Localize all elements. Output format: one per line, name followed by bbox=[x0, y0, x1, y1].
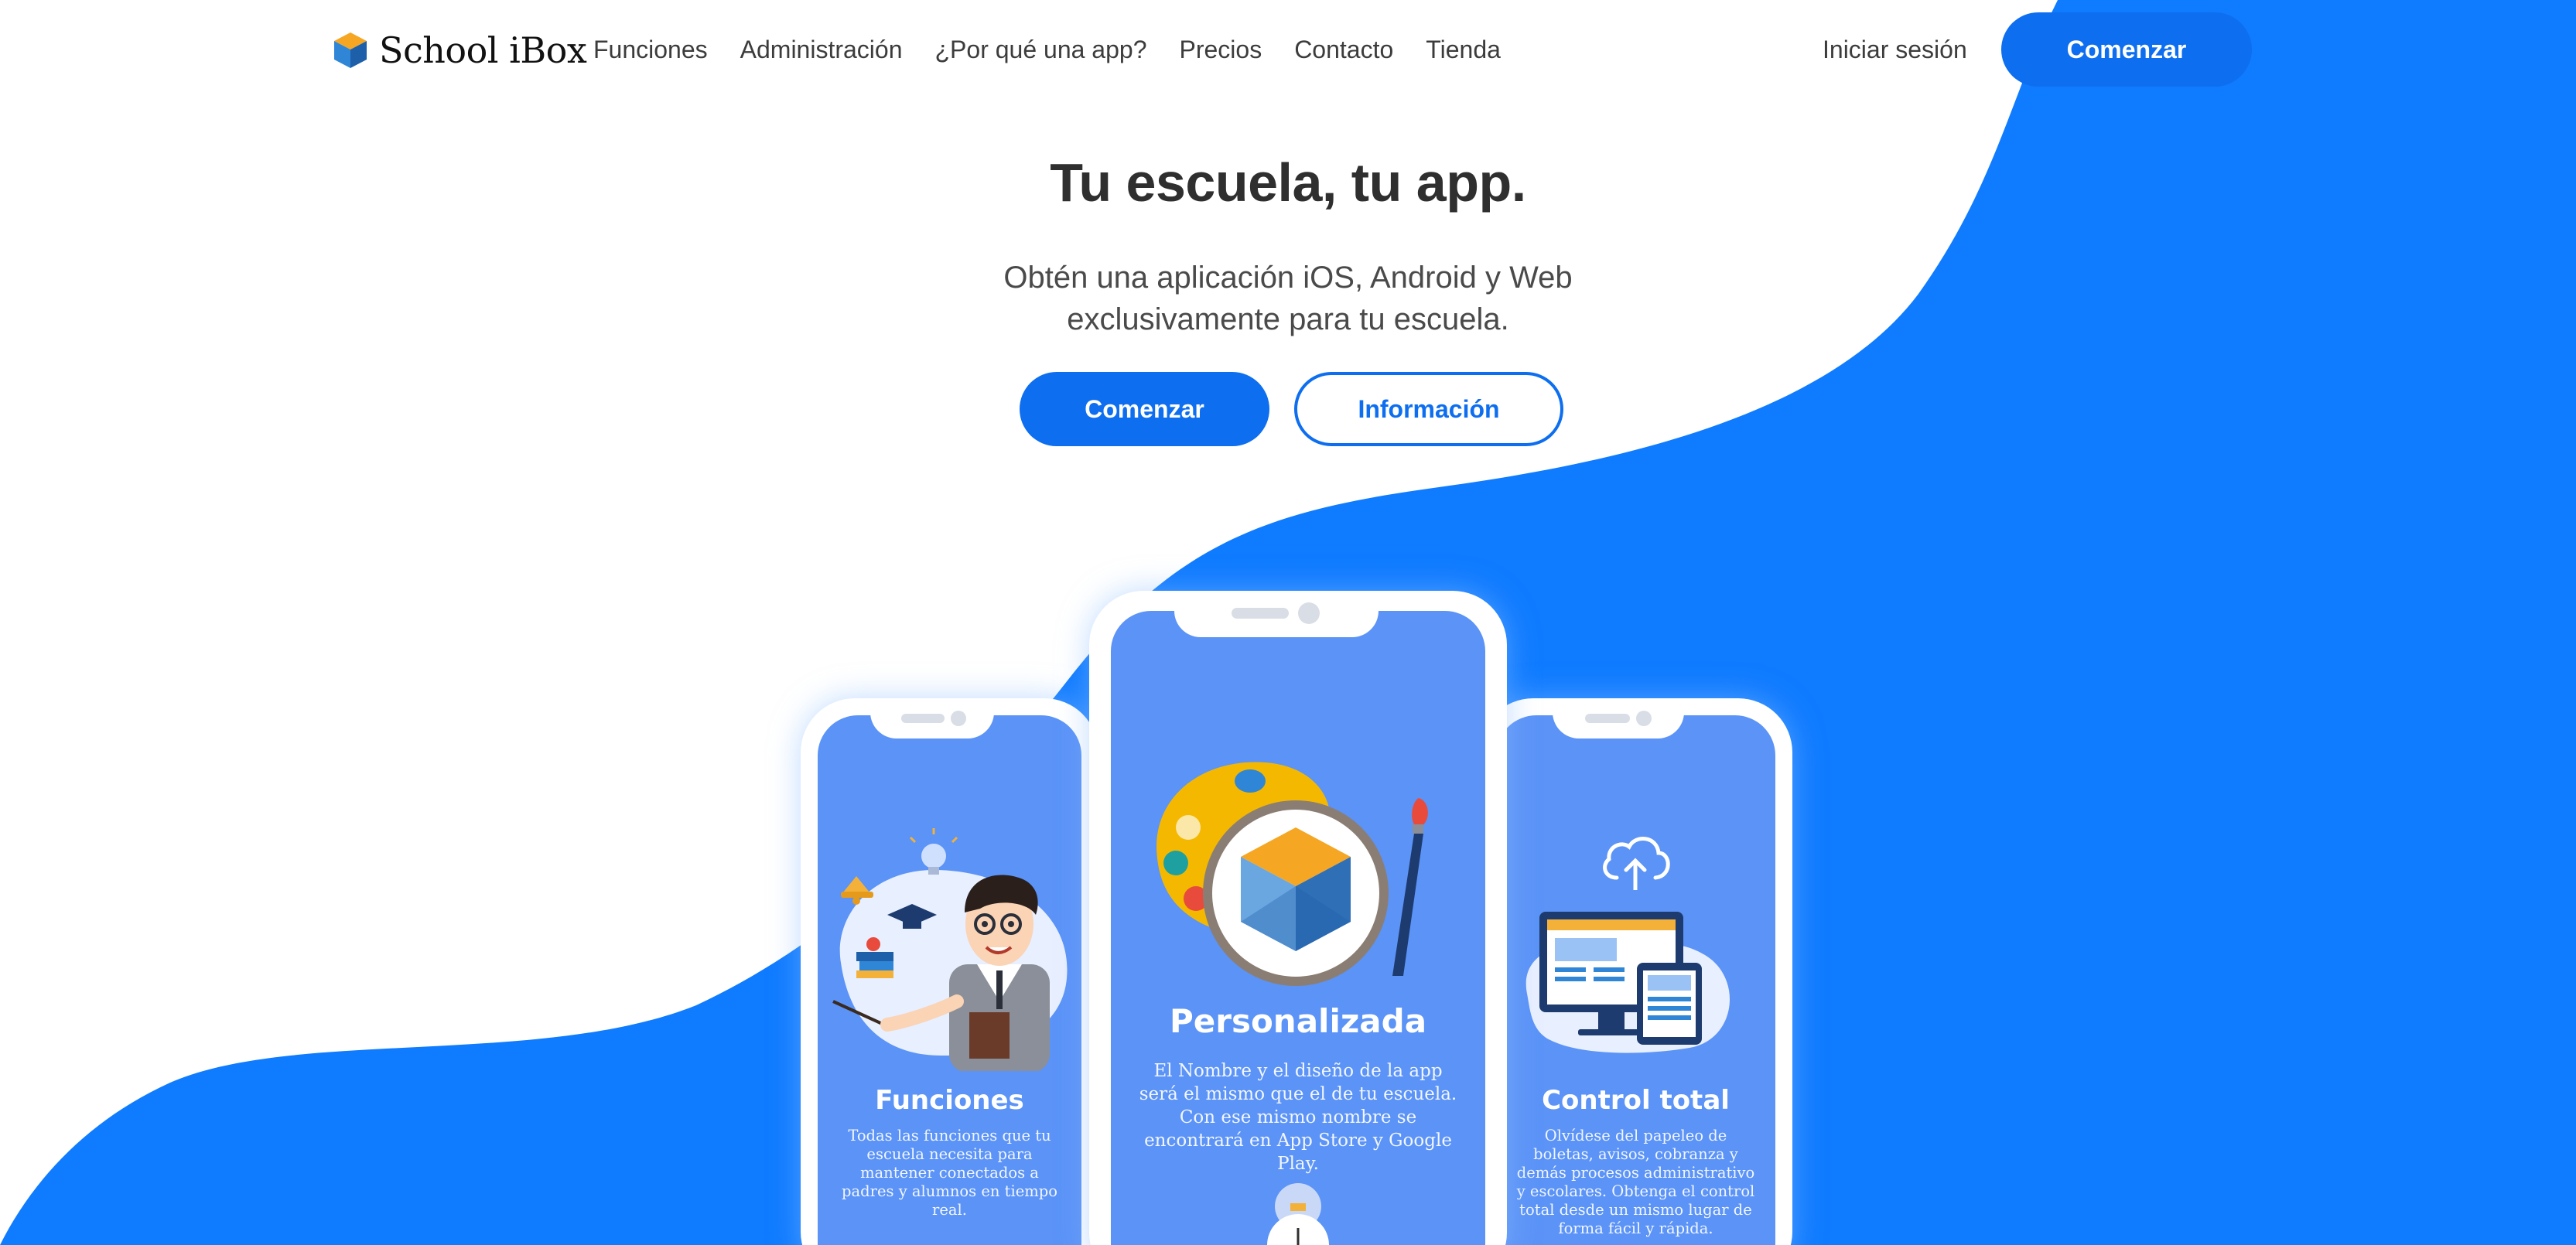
phone-screen: Funciones Todas las funciones que tu esc… bbox=[818, 715, 1081, 1245]
phone-screen: Control total Olvídese del papeleo de bo… bbox=[1496, 715, 1775, 1245]
card-text-personalizada: El Nombre y el diseño de la app será el … bbox=[1139, 1061, 1457, 1174]
card-text-control-total: Olvídese del papeleo de boletas, avisos,… bbox=[1516, 1127, 1755, 1237]
nav-link-por-que-app[interactable]: ¿Por qué una app? bbox=[935, 29, 1147, 70]
phone-notch bbox=[1553, 698, 1684, 738]
hero-subtitle: Obtén una aplicación iOS, Android y Web … bbox=[1003, 261, 1573, 336]
nav-link-administracion[interactable]: Administración bbox=[740, 29, 903, 70]
stopwatch-icon bbox=[1267, 1183, 1329, 1245]
phone-notch bbox=[1174, 591, 1379, 637]
nav-link-funciones[interactable]: Funciones bbox=[593, 29, 708, 70]
cloud-upload-icon bbox=[1603, 837, 1670, 890]
nav-links: Funciones Administración ¿Por qué una ap… bbox=[593, 29, 1501, 70]
card-text-funciones: Todas las funciones que tu escuela neces… bbox=[842, 1127, 1057, 1219]
phone-screen: Personalizada El Nombre y el diseño de l… bbox=[1111, 611, 1485, 1245]
speaker-grille bbox=[1585, 714, 1630, 723]
nav-link-contacto[interactable]: Contacto bbox=[1294, 29, 1393, 70]
speaker-grille bbox=[901, 714, 945, 723]
nav-link-tienda[interactable]: Tienda bbox=[1426, 29, 1501, 70]
brand-logo[interactable]: School iBox bbox=[333, 29, 587, 71]
front-camera bbox=[1298, 602, 1320, 624]
logo-cube-icon bbox=[334, 32, 367, 68]
login-link[interactable]: Iniciar sesión bbox=[1823, 29, 1967, 70]
nav-link-precios[interactable]: Precios bbox=[1179, 29, 1262, 70]
card-title-control-total: Control total bbox=[1542, 1085, 1730, 1116]
app-cube-logo bbox=[1203, 800, 1389, 986]
speaker-grille bbox=[1232, 608, 1289, 619]
front-camera bbox=[1636, 711, 1652, 726]
hero-title: Tu escuela, tu app. bbox=[1050, 152, 1526, 213]
top-navigation: School iBox Funciones Administración ¿Po… bbox=[0, 0, 2576, 99]
hero-info-button[interactable]: Información bbox=[1294, 372, 1563, 446]
front-camera bbox=[951, 711, 966, 726]
card-title-personalizada: Personalizada bbox=[1169, 1002, 1427, 1040]
hero-start-button[interactable]: Comenzar bbox=[1020, 372, 1269, 446]
phone-mockup-funciones: Funciones Todas las funciones que tu esc… bbox=[801, 698, 1098, 1245]
nav-start-button[interactable]: Comenzar bbox=[2001, 12, 2252, 87]
teacher-illustration bbox=[832, 828, 1068, 1071]
phone-mockup-control-total: Control total Olvídese del papeleo de bo… bbox=[1479, 698, 1792, 1245]
phone-mockup-personalizada: Personalizada El Nombre y el diseño de l… bbox=[1089, 591, 1507, 1245]
lightbulb-icon bbox=[909, 828, 958, 875]
phone-notch bbox=[870, 698, 994, 738]
tablet-icon bbox=[1637, 963, 1702, 1045]
card-title-funciones: Funciones bbox=[875, 1085, 1024, 1116]
brand-name: School iBox bbox=[379, 29, 587, 71]
